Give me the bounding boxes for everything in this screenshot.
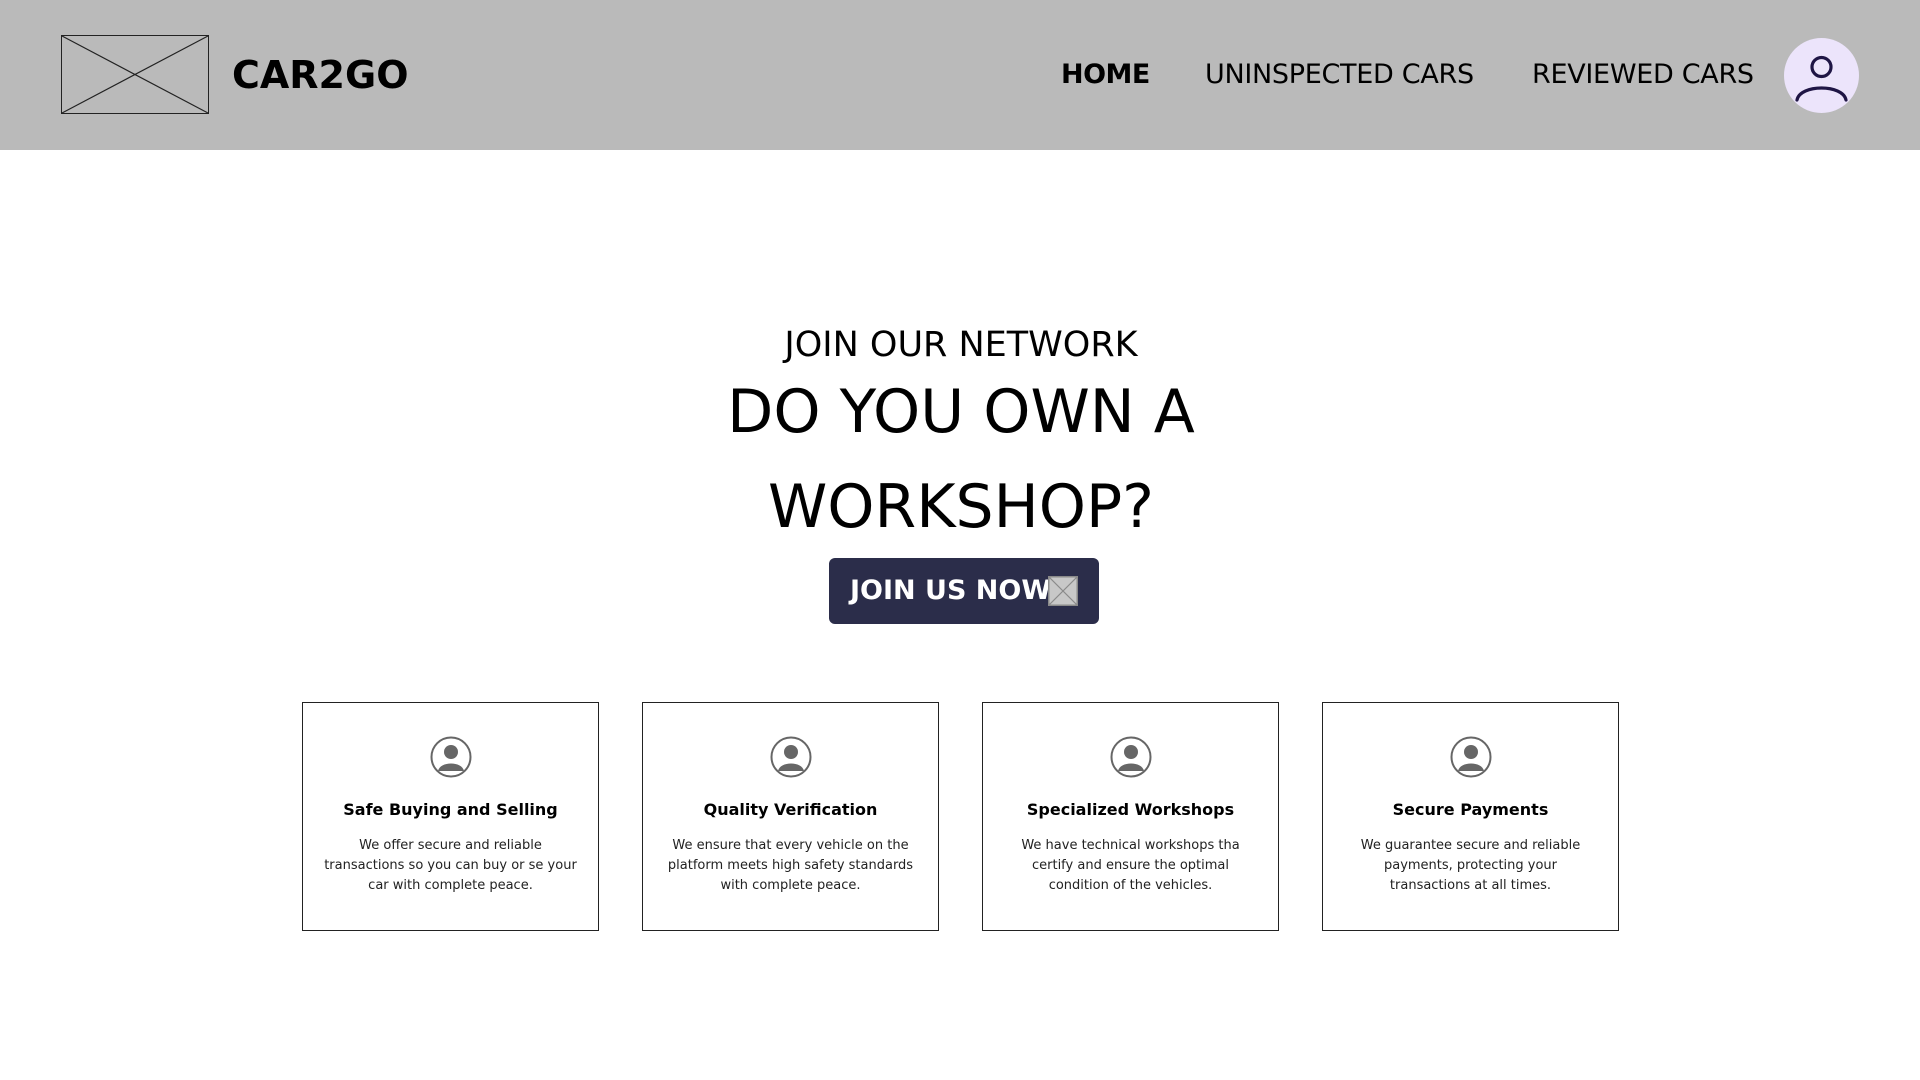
feature-card-secure-payments: Secure Payments We guarantee secure and … [1322,702,1619,931]
logo-image-placeholder[interactable] [61,35,209,114]
nav-uninspected-cars[interactable]: UNINSPECTED CARS [1205,58,1474,92]
hero-title: DO YOU OWN A WORKSHOP? [0,365,1920,555]
user-silhouette-icon [770,736,812,778]
hero-kicker: JOIN OUR NETWORK [784,325,1138,365]
hero-title-line1: DO YOU OWN A [727,377,1195,447]
feature-card-quality-verification: Quality Verification We ensure that ever… [642,702,939,931]
user-icon [1795,55,1848,102]
join-us-now-button[interactable]: JOIN US NOW [829,558,1099,624]
nav-home[interactable]: HOME [1061,58,1150,92]
feature-description: We ensure that every vehicle on the plat… [667,838,914,893]
feature-card-safe-buying: Safe Buying and Selling We offer secure … [302,702,599,931]
brand-name[interactable]: CAR2GO [232,50,409,100]
feature-title: Quality Verification [703,800,878,819]
user-avatar-button[interactable] [1784,38,1859,113]
feature-title: Secure Payments [1392,800,1549,819]
feature-title: Safe Buying and Selling [343,800,558,819]
hero-title-line2: WORKSHOP? [767,472,1155,542]
user-silhouette-icon [1450,736,1492,778]
feature-description: We offer secure and reliable transaction… [324,838,577,893]
feature-description: We have technical workshops tha certify … [1021,838,1240,893]
user-silhouette-icon [1110,736,1152,778]
feature-description: We guarantee secure and reliable payment… [1360,838,1581,893]
join-us-now-label: JOIN US NOW [850,575,1052,606]
user-silhouette-icon [430,736,472,778]
nav-reviewed-cars[interactable]: REVIEWED CARS [1532,58,1754,92]
feature-title: Specialized Workshops [1026,800,1235,819]
site-header: CAR2GO HOME UNINSPECTED CARS REVIEWED CA… [0,0,1920,150]
feature-card-specialized-workshops: Specialized Workshops We have technical … [982,702,1279,931]
image-placeholder-icon [62,36,208,113]
image-placeholder-icon [1048,576,1078,606]
